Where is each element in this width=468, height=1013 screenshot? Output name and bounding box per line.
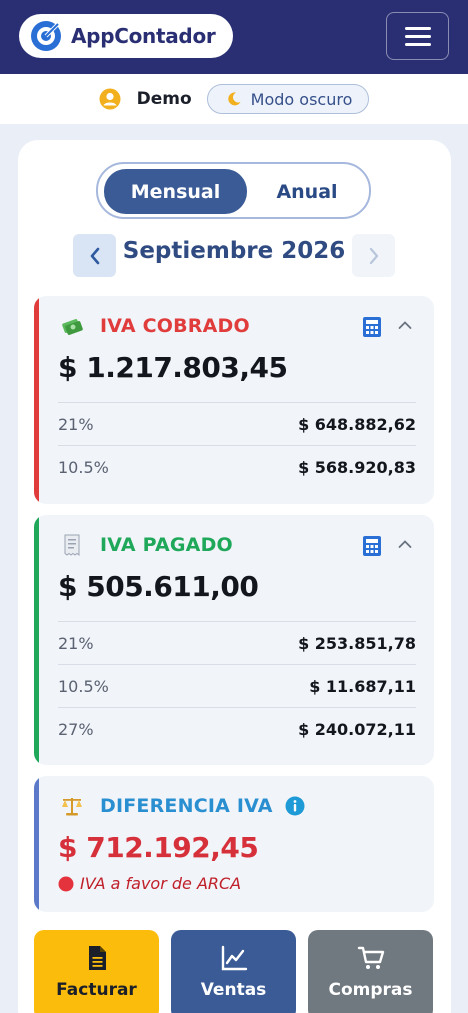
- hamburger-menu-button[interactable]: [386, 12, 449, 60]
- rate-label: 10.5%: [58, 676, 109, 696]
- table-row: 27% $ 240.072,11: [58, 707, 416, 750]
- top-navbar: AppContador: [0, 0, 468, 74]
- card-accent: [34, 515, 39, 765]
- compras-label: Compras: [328, 980, 413, 1000]
- hamburger-menu-icon: [404, 26, 431, 30]
- card-accent: [34, 776, 39, 912]
- ventas-button[interactable]: Ventas: [171, 930, 296, 1013]
- ventas-label: Ventas: [200, 980, 267, 1000]
- rate-label: 21%: [58, 414, 94, 434]
- rate-amount: $ 648.882,62: [298, 414, 416, 434]
- next-month-button[interactable]: [352, 234, 395, 277]
- shopping-cart-icon: [357, 946, 384, 969]
- rate-amount: $ 253.851,78: [298, 633, 416, 653]
- diferencia-iva-title: DIFERENCIA IVA: [100, 795, 273, 817]
- app-name: AppContador: [71, 24, 216, 48]
- diferencia-iva-card: DIFERENCIA IVA $ 712.192,45 IVA a favor …: [34, 776, 434, 912]
- chevron-left-icon: [90, 247, 99, 264]
- user-avatar-icon: [99, 88, 121, 110]
- period-toggle: Mensual Anual: [96, 162, 371, 219]
- diferencia-status-text: IVA a favor de ARCA: [80, 874, 242, 893]
- user-name: Demo: [136, 89, 192, 109]
- diferencia-iva-total: $ 712.192,45: [58, 831, 259, 864]
- iva-cobrado-breakdown: 21% $ 648.882,62 10.5% $ 568.920,83: [58, 402, 416, 488]
- table-row: 21% $ 253.851,78: [58, 621, 416, 664]
- month-label: Septiembre 2026: [122, 238, 346, 264]
- moon-icon: [227, 92, 241, 106]
- iva-pagado-breakdown: 21% $ 253.851,78 10.5% $ 11.687,11 27% $…: [58, 621, 416, 750]
- rate-amount: $ 568.920,83: [298, 457, 416, 477]
- facturar-button[interactable]: Facturar: [34, 930, 159, 1013]
- compras-button[interactable]: Compras: [308, 930, 433, 1013]
- iva-cobrado-title: IVA COBRADO: [100, 315, 250, 337]
- chevron-up-icon[interactable]: [398, 539, 412, 549]
- iva-pagado-total: $ 505.611,00: [58, 570, 259, 603]
- line-chart-icon: [221, 945, 247, 971]
- card-accent: [34, 296, 39, 504]
- rate-label: 10.5%: [58, 457, 109, 477]
- tab-mensual[interactable]: Mensual: [104, 169, 247, 214]
- rate-amount: $ 11.687,11: [309, 676, 416, 696]
- rate-label: 27%: [58, 719, 94, 739]
- balance-scale-icon: [62, 798, 82, 816]
- iva-pagado-card: IVA PAGADO $ 505.611,00 21% $ 253.851,78…: [34, 515, 434, 765]
- app-logo[interactable]: AppContador: [19, 14, 233, 58]
- iva-pagado-title: IVA PAGADO: [100, 534, 233, 556]
- tab-anual[interactable]: Anual: [248, 169, 366, 214]
- table-row: 10.5% $ 11.687,11: [58, 664, 416, 707]
- diferencia-status: IVA a favor de ARCA: [58, 874, 241, 893]
- facturar-label: Facturar: [56, 980, 137, 1000]
- red-circle-icon: [58, 876, 74, 891]
- rate-amount: $ 240.072,11: [298, 719, 416, 739]
- app-logo-icon: [31, 21, 61, 51]
- prev-month-button[interactable]: [73, 234, 116, 277]
- calculator-icon[interactable]: [362, 535, 382, 557]
- receipt-icon: [64, 534, 80, 556]
- rate-label: 21%: [58, 633, 94, 653]
- table-row: 21% $ 648.882,62: [58, 402, 416, 445]
- iva-cobrado-card: IVA COBRADO $ 1.217.803,45 21% $ 648.882…: [34, 296, 434, 504]
- user-bar: Demo Modo oscuro: [0, 74, 468, 124]
- dark-mode-toggle[interactable]: Modo oscuro: [206, 84, 370, 114]
- iva-cobrado-total: $ 1.217.803,45: [58, 351, 288, 384]
- money-with-wings-icon: [62, 318, 83, 336]
- chevron-up-icon[interactable]: [398, 320, 412, 330]
- table-row: 10.5% $ 568.920,83: [58, 445, 416, 488]
- document-icon: [88, 946, 106, 970]
- calculator-icon[interactable]: [362, 316, 382, 338]
- dark-mode-label: Modo oscuro: [250, 89, 353, 109]
- chevron-right-icon: [369, 247, 378, 264]
- info-icon[interactable]: [285, 796, 305, 816]
